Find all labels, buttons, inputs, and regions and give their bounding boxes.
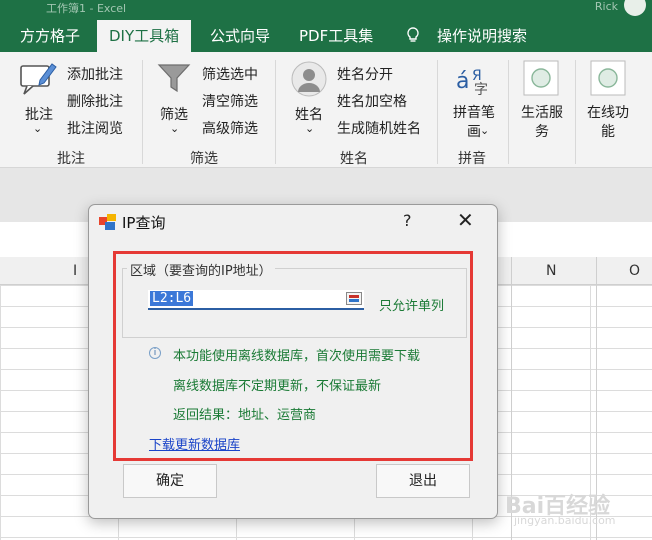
view-comments-button[interactable]: 批注阅览 — [67, 118, 123, 138]
dialog-title-bar[interactable]: IP查询 ? ✕ — [89, 205, 497, 239]
random-name-button[interactable]: 生成随机姓名 — [337, 118, 421, 138]
add-comment-button[interactable]: 添加批注 — [67, 64, 123, 84]
note-line: 返回结果：地址、运营商 — [173, 408, 317, 423]
note-line: 本功能使用离线数据库，首次使用需要下载 — [173, 349, 421, 364]
title-bar: 工作簿1 - Excel Rick — [0, 0, 652, 20]
ok-button[interactable]: 确定 — [123, 464, 217, 498]
ribbon-body: 批注 ⌄ 添加批注 删除批注 批注阅览 批注 筛选 ⌄ 筛选选中 清空筛选 高级… — [0, 52, 652, 168]
lightbulb-icon — [407, 27, 419, 42]
group-divider — [437, 60, 438, 164]
tab-fangfang[interactable]: 方方格子 — [20, 20, 80, 52]
clear-filter-button[interactable]: 清空筛选 — [202, 91, 258, 111]
tell-me-search[interactable]: 操作说明搜索 — [437, 20, 527, 52]
range-input[interactable]: L2:L6 — [148, 290, 364, 310]
tab-pdf-tools[interactable]: PDF工具集 — [299, 20, 373, 52]
group-label-filter: 筛选 — [190, 151, 218, 167]
user-name[interactable]: Rick — [595, 0, 618, 13]
close-icon[interactable]: ✕ — [457, 208, 474, 232]
ip-query-dialog: IP查询 ? ✕ 区域（要查询的IP地址） L2:L6 只允许单列 i 本功能使… — [88, 204, 498, 519]
name-button[interactable]: 姓名 — [295, 104, 323, 124]
group-label-pinyin: 拼音 — [458, 151, 486, 167]
svg-text:字: 字 — [474, 82, 488, 98]
column-header-n[interactable]: N — [546, 263, 556, 279]
pinyin-icon: á Я 字 — [456, 68, 488, 98]
group-divider — [275, 60, 276, 164]
life-service-button[interactable]: 生活服务 — [518, 104, 566, 142]
filter-button[interactable]: 筛选 — [160, 104, 188, 124]
download-database-link[interactable]: 下载更新数据库 — [149, 434, 240, 453]
life-service-icon — [523, 60, 559, 96]
column-header-i[interactable]: I — [73, 263, 77, 279]
split-name-button[interactable]: 姓名分开 — [337, 64, 393, 84]
info-icon: i — [149, 347, 161, 359]
group-label-name: 姓名 — [340, 151, 368, 167]
person-icon — [291, 61, 327, 97]
filter-icon — [157, 64, 191, 93]
watermark-url: jingyan.baidu.com — [514, 514, 616, 527]
help-button[interactable]: ? — [403, 211, 412, 230]
online-function-button[interactable]: 在线功能 — [584, 104, 632, 142]
pinyin-stroke-button[interactable]: 拼音笔画 — [449, 104, 499, 142]
advanced-filter-button[interactable]: 高级筛选 — [202, 118, 258, 138]
single-column-hint: 只允许单列 — [379, 299, 445, 314]
tab-diy-toolbox[interactable]: DIY工具箱 — [97, 20, 192, 52]
group-divider — [508, 60, 509, 164]
group-label-comment: 批注 — [57, 151, 85, 167]
chevron-down-icon[interactable]: ⌄ — [33, 122, 42, 135]
ribbon-tab-bar: 方方格子 DIY工具箱 公式向导 PDF工具集 操作说明搜索 — [0, 20, 652, 52]
tab-formula-wizard[interactable]: 公式向导 — [210, 20, 270, 52]
range-legend: 区域（要查询的IP地址） — [127, 260, 275, 279]
name-add-space-button[interactable]: 姓名加空格 — [337, 91, 407, 111]
dialog-title: IP查询 — [122, 214, 166, 232]
comment-edit-icon — [20, 63, 57, 95]
group-divider — [575, 60, 576, 164]
svg-text:á: á — [456, 69, 469, 94]
delete-comment-button[interactable]: 删除批注 — [67, 91, 123, 111]
group-divider — [142, 60, 143, 164]
online-function-icon — [590, 60, 626, 96]
range-select-icon[interactable] — [346, 292, 362, 305]
note-line: 离线数据库不定期更新，不保证最新 — [173, 379, 382, 394]
chevron-down-icon[interactable]: ⌄ — [480, 124, 489, 137]
range-value: L2:L6 — [150, 291, 194, 306]
window-title: 工作簿1 - Excel — [46, 2, 127, 15]
chevron-down-icon[interactable]: ⌄ — [170, 122, 179, 135]
exit-button[interactable]: 退出 — [376, 464, 470, 498]
filter-selected-button[interactable]: 筛选选中 — [202, 64, 258, 84]
column-header-o[interactable]: O — [629, 263, 640, 279]
chevron-down-icon[interactable]: ⌄ — [305, 122, 314, 135]
comment-button[interactable]: 批注 — [25, 104, 53, 124]
app-logo-icon — [99, 214, 116, 230]
user-avatar[interactable] — [624, 0, 646, 16]
